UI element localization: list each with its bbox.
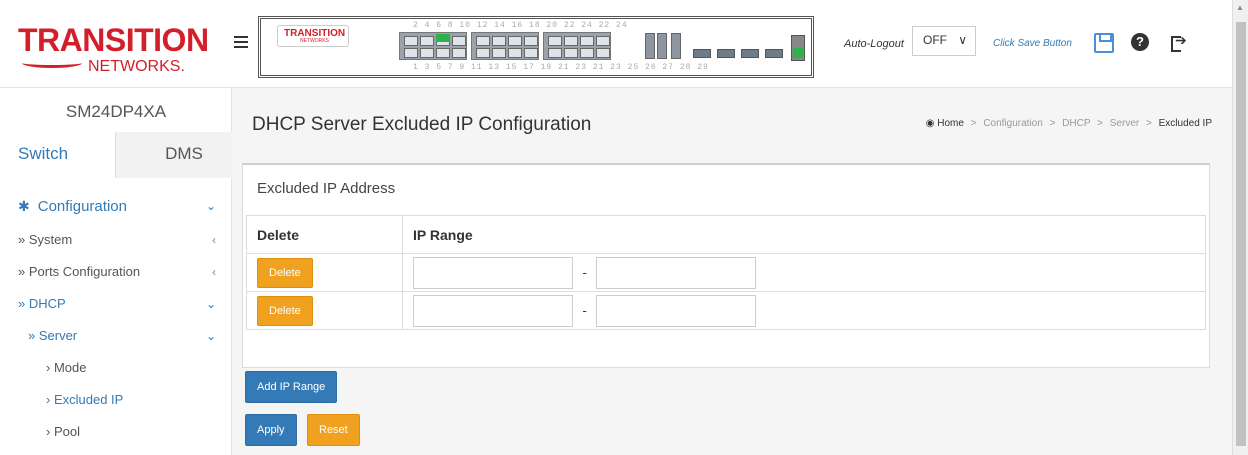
sfp-port[interactable] (657, 33, 667, 59)
sidebar-item-system[interactable]: » System ‹ (0, 224, 232, 256)
breadcrumb-dhcp[interactable]: DHCP (1062, 118, 1090, 129)
sidebar-item-mode[interactable]: › Mode (0, 352, 232, 384)
table-header-row: Delete IP Range (246, 215, 1206, 254)
range-separator: - (582, 303, 587, 318)
table-cell: - (402, 291, 1206, 330)
uplink-port-27[interactable] (741, 49, 759, 58)
breadcrumb-separator: > (1049, 118, 1056, 129)
logo-swoosh (22, 58, 82, 68)
column-header-delete: Delete (246, 215, 403, 254)
port-group-3[interactable] (543, 32, 611, 60)
sidebar-menu: ✱ Configuration ⌄ » System ‹ » Ports Conf… (0, 190, 232, 448)
vertical-scrollbar[interactable]: ▲ (1232, 0, 1248, 455)
main-content: DHCP Server Excluded IP Configuration ◉ … (232, 88, 1232, 455)
scroll-up-icon[interactable]: ▲ (1236, 3, 1244, 12)
sidebar-item-label: › Excluded IP (46, 392, 124, 407)
auto-logout-select[interactable]: OFF ∨ (912, 26, 976, 56)
uplink-port-28[interactable] (765, 49, 783, 58)
breadcrumb: ◉ Home > Configuration > DHCP > Server >… (926, 118, 1212, 129)
chevron-down-icon: ∨ (958, 33, 967, 47)
page-title: DHCP Server Excluded IP Configuration (252, 114, 592, 135)
breadcrumb-configuration[interactable]: Configuration (983, 118, 1042, 129)
excluded-ip-panel: Excluded IP Address Delete IP Range Dele… (242, 163, 1210, 368)
sidebar-item-label: » Server (28, 328, 78, 343)
port-numbers-top: 2 4 6 8 10 12 14 16 18 20 22 24 22 24 (413, 21, 628, 30)
sidebar-item-label: » DHCP (18, 296, 66, 311)
sidebar-item-configuration[interactable]: ✱ Configuration ⌄ (0, 190, 232, 224)
table-cell: Delete (246, 253, 403, 292)
brand-logo: TRANSITION NETWORKS. (0, 0, 232, 88)
save-icon[interactable] (1094, 33, 1114, 53)
apply-button[interactable]: Apply (245, 414, 297, 446)
sidebar-item-label: » Ports Configuration (18, 264, 141, 279)
ip-range-start-input[interactable] (413, 294, 573, 327)
sfp-port[interactable] (645, 33, 655, 59)
sfp-port[interactable] (671, 33, 681, 59)
delete-button[interactable]: Delete (257, 257, 313, 288)
table-cell: Delete (246, 291, 403, 330)
top-header: TRANSITION NETWORKS. TRANSITION NETWORKS… (0, 0, 1232, 88)
uplink-port-25[interactable] (693, 49, 711, 58)
sidebar-item-pool[interactable]: › Pool (0, 416, 232, 448)
breadcrumb-home[interactable]: Home (937, 118, 964, 129)
gear-icon: ✱ (18, 198, 30, 214)
switch-front-panel: TRANSITION NETWORKS 2 4 6 8 10 12 14 16 … (258, 16, 814, 78)
ip-range-start-input[interactable] (413, 256, 573, 289)
range-separator: - (582, 265, 587, 280)
breadcrumb-separator: > (970, 118, 977, 129)
breadcrumb-separator: > (1097, 118, 1103, 129)
sidebar: SM24DP4XA Switch DMS ✱ Configuration ⌄ » … (0, 88, 232, 455)
panel-title: Excluded IP Address (257, 180, 396, 197)
menu-toggle-icon[interactable] (234, 36, 248, 49)
port-group-2[interactable] (471, 32, 539, 60)
port-numbers-bottom: 1 3 5 7 9 11 13 15 17 19 21 23 21 23 25 … (413, 63, 709, 72)
delete-button[interactable]: Delete (257, 295, 313, 326)
device-logo-subtext: NETWORKS (300, 38, 329, 44)
port-link-led (436, 34, 450, 42)
chevron-left-icon: ‹ (212, 265, 216, 279)
breadcrumb-separator: > (1146, 118, 1152, 129)
sidebar-item-excluded-ip[interactable]: › Excluded IP (0, 384, 232, 416)
chevron-down-icon: ⌄ (205, 329, 216, 343)
scroll-thumb[interactable] (1236, 22, 1246, 446)
sidebar-item-server[interactable]: » Server ⌄ (0, 320, 232, 352)
sidebar-tabs: Switch DMS (0, 132, 232, 178)
breadcrumb-server[interactable]: Server (1110, 118, 1139, 129)
uplink-port-29[interactable] (791, 35, 805, 61)
ip-range-end-input[interactable] (596, 294, 757, 327)
chevron-left-icon: ‹ (212, 233, 216, 247)
excluded-ip-table: Delete IP Range Delete - Delete - (246, 215, 1206, 330)
table-row: Delete - (246, 291, 1206, 330)
reset-button[interactable]: Reset (307, 414, 360, 446)
table-row: Delete - (246, 253, 1206, 292)
sidebar-item-label: › Mode (46, 360, 87, 375)
chevron-down-icon: ⌄ (205, 297, 216, 311)
help-icon[interactable]: ? (1131, 33, 1149, 51)
auto-logout-value: OFF (923, 33, 947, 47)
home-icon: ◉ (925, 118, 935, 129)
logout-icon[interactable] (1170, 32, 1190, 53)
auto-logout-label: Auto-Logout (844, 38, 904, 50)
table-cell: - (402, 253, 1206, 292)
sidebar-item-ports-configuration[interactable]: » Ports Configuration ‹ (0, 256, 232, 288)
sidebar-item-dhcp[interactable]: » DHCP ⌄ (0, 288, 232, 320)
ip-range-end-input[interactable] (596, 256, 757, 289)
breadcrumb-current: Excluded IP (1158, 118, 1212, 129)
sidebar-item-label: › Pool (46, 424, 80, 439)
logo-subtext: NETWORKS. (88, 58, 185, 75)
sidebar-item-label: Configuration (37, 198, 127, 215)
click-save-link[interactable]: Click Save Button (993, 38, 1072, 49)
uplink-port-26[interactable] (717, 49, 735, 58)
logo-wordmark: TRANSITION (18, 22, 209, 58)
column-header-ip-range: IP Range (402, 215, 1206, 254)
add-ip-range-button[interactable]: Add IP Range (245, 371, 338, 403)
sidebar-item-label: » System (18, 232, 73, 247)
tab-dms[interactable]: DMS (116, 132, 232, 178)
device-name: SM24DP4XA (65, 102, 167, 121)
device-logo: TRANSITION NETWORKS (277, 25, 349, 47)
port-group-1[interactable] (399, 32, 467, 60)
tab-switch[interactable]: Switch (0, 132, 116, 178)
chevron-down-icon: ⌄ (205, 199, 216, 213)
